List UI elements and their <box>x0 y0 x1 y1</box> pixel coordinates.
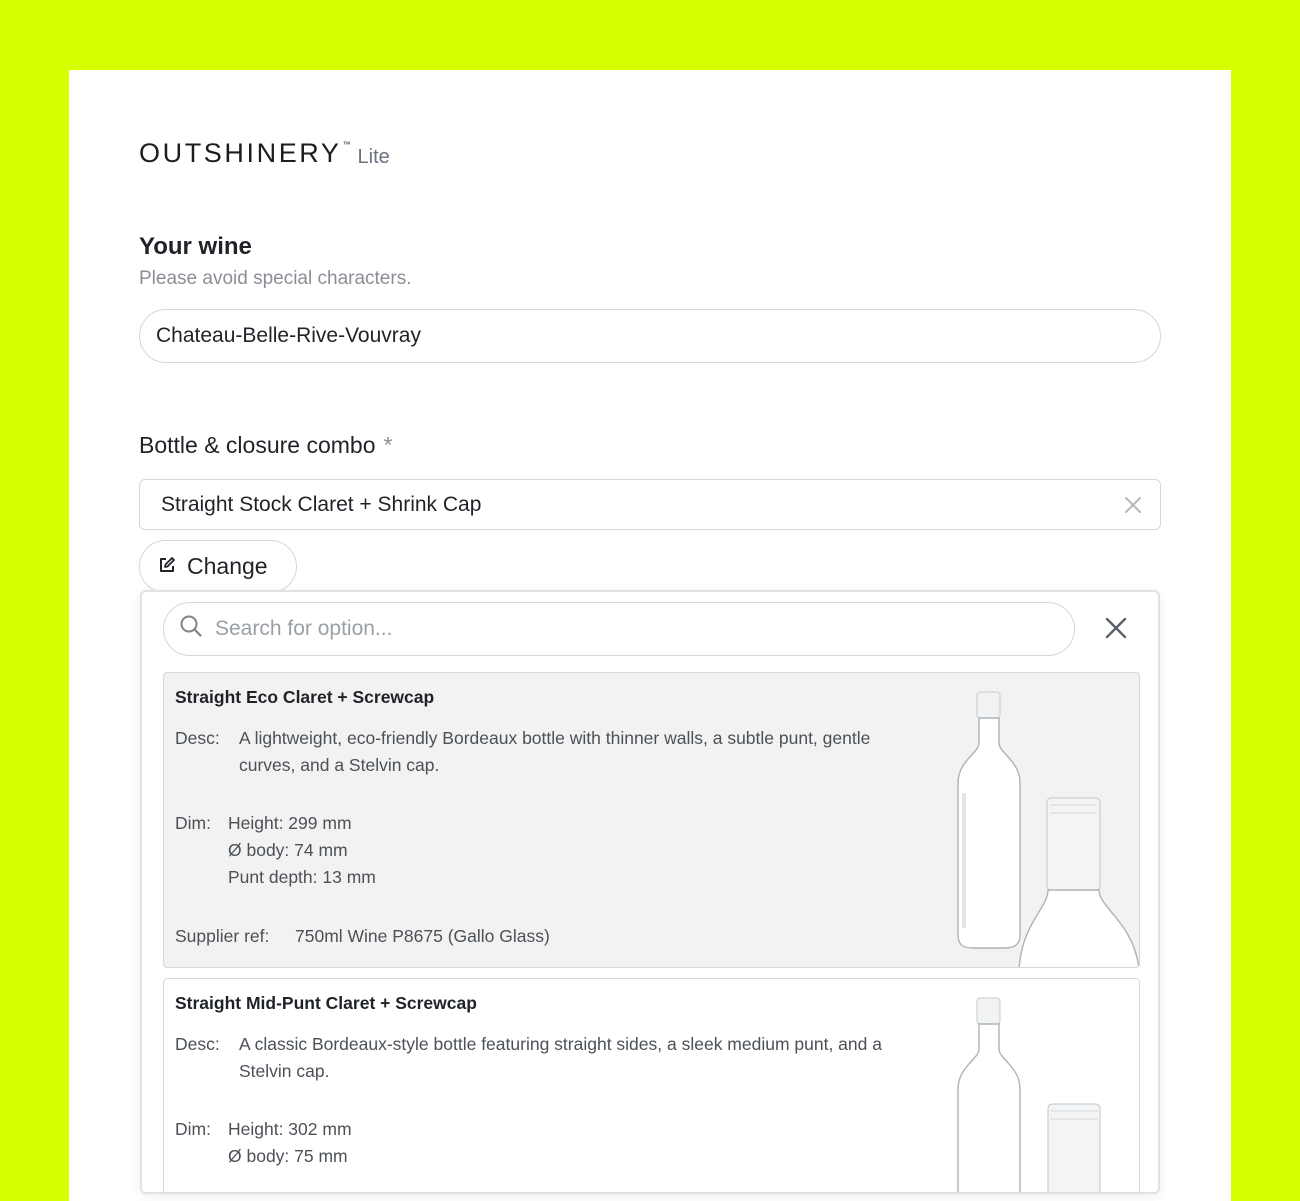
close-icon[interactable] <box>1124 492 1142 518</box>
combo-select[interactable]: Straight Stock Claret + Shrink Cap <box>139 479 1161 530</box>
wine-name-input[interactable]: Chateau-Belle-Rive-Vouvray <box>139 309 1161 363</box>
required-mark: * <box>383 432 393 458</box>
desc-text: A lightweight, eco-friendly Bordeaux bot… <box>239 728 871 775</box>
option-supplier: Supplier ref: 750ml Wine P8675 (Gallo Gl… <box>175 923 550 950</box>
supplier-text: 750ml Wine P8675 (Gallo Glass) <box>295 926 550 946</box>
option-desc: Desc: A lightweight, eco-friendly Bordea… <box>175 725 870 781</box>
combo-label: Bottle & closure combo * <box>139 432 392 459</box>
bottle-image <box>957 691 1139 967</box>
brand-trademark: ™ <box>342 140 351 149</box>
dims-list: Height: 299 mm Ø body: 74 mm Punt depth:… <box>228 810 628 891</box>
option-item[interactable]: Straight Eco Claret + Screwcap Desc: A l… <box>163 672 1140 968</box>
dim-label: Dim: <box>175 813 211 833</box>
desc-label: Desc: <box>175 1034 220 1054</box>
supplier-label: Supplier ref: <box>175 926 270 946</box>
option-dims: Dim: Height: 299 mm Ø body: 74 mm Punt d… <box>175 810 376 892</box>
option-title: Straight Eco Claret + Screwcap <box>175 687 435 707</box>
wine-name-value: Chateau-Belle-Rive-Vouvray <box>156 324 421 347</box>
dim-body: Ø body: 75 mm <box>228 1146 348 1166</box>
change-label: Change <box>187 553 268 579</box>
dims-list: Height: 302 mm Ø body: 75 mm <box>228 1116 628 1170</box>
brand-logo: OUTSHINERY ™ Lite <box>139 138 390 168</box>
option-title: Straight Mid-Punt Claret + Screwcap <box>175 993 477 1013</box>
dim-punt: Punt depth: 13 mm <box>228 867 376 887</box>
wine-section-hint: Please avoid special characters. <box>139 268 412 289</box>
dim-height: Height: 302 mm <box>228 1119 352 1139</box>
search-input[interactable]: Search for option... <box>163 602 1075 656</box>
dim-label: Dim: <box>175 1119 211 1139</box>
option-item[interactable]: Straight Mid-Punt Claret + Screwcap Desc… <box>163 978 1140 1192</box>
edit-icon <box>158 553 187 580</box>
search-icon <box>179 614 215 644</box>
option-dims: Dim: Height: 302 mm Ø body: 75 mm <box>175 1116 352 1172</box>
option-desc: Desc: A classic Bordeaux-style bottle fe… <box>175 1031 882 1087</box>
bottle-image <box>957 997 1101 1192</box>
dim-height: Height: 299 mm <box>228 813 352 833</box>
form-card: OUTSHINERY ™ Lite Your wine Please avoid… <box>69 70 1231 1201</box>
wine-section-title: Your wine <box>139 233 252 260</box>
options-dropdown: Search for option... Straight Eco Claret… <box>140 590 1160 1194</box>
change-button[interactable]: Change <box>139 540 297 593</box>
combo-selected-value: Straight Stock Claret + Shrink Cap <box>161 492 482 516</box>
desc-label: Desc: <box>175 728 220 748</box>
brand-edition: Lite <box>357 146 390 168</box>
close-icon[interactable] <box>1104 616 1128 645</box>
desc-text: A classic Bordeaux-style bottle featurin… <box>239 1034 882 1081</box>
search-placeholder: Search for option... <box>215 617 393 640</box>
dim-body: Ø body: 74 mm <box>228 840 348 860</box>
brand-name: OUTSHINERY <box>139 138 342 168</box>
combo-label-text: Bottle & closure combo <box>139 432 376 458</box>
